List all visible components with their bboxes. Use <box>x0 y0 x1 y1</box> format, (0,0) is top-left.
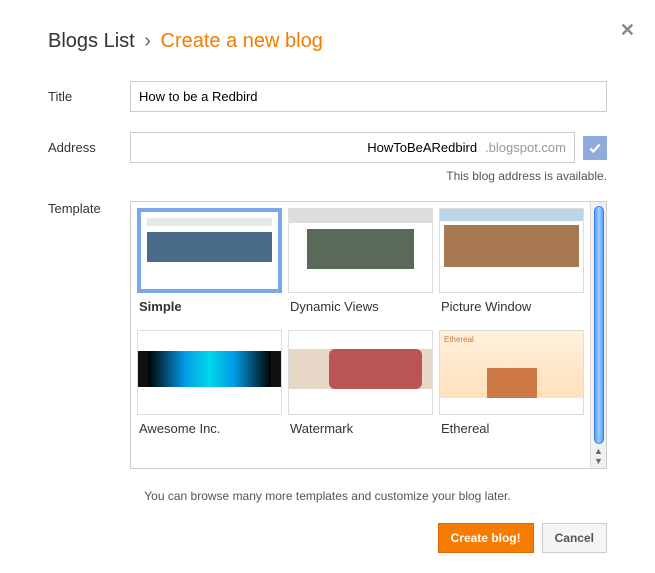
create-blog-button[interactable]: Create blog! <box>438 523 534 553</box>
title-row: Title <box>48 81 607 112</box>
address-suffix: .blogspot.com <box>481 133 574 162</box>
template-thumb: Ethereal <box>439 330 584 415</box>
address-input-wrap: .blogspot.com <box>130 132 575 163</box>
address-label: Address <box>48 140 130 155</box>
template-name: Picture Window <box>439 293 584 324</box>
scroll-down-icon[interactable]: ▼ <box>594 456 603 466</box>
template-name: Ethereal <box>439 415 584 446</box>
template-item-simple[interactable]: Simple <box>137 208 282 324</box>
template-thumb <box>439 208 584 293</box>
browse-hint: You can browse many more templates and c… <box>48 489 607 503</box>
address-status: This blog address is available. <box>130 169 607 183</box>
check-icon <box>583 136 607 160</box>
scrollbar-thumb[interactable] <box>594 206 604 444</box>
template-thumb <box>137 208 282 293</box>
template-item-dynamic[interactable]: Dynamic Views <box>288 208 433 324</box>
template-item-watermark[interactable]: Watermark <box>288 330 433 446</box>
template-item-ethereal[interactable]: EtherealEthereal <box>439 330 584 446</box>
dialog-footer: Create blog! Cancel <box>48 523 607 553</box>
title-input[interactable] <box>130 81 607 112</box>
template-label: Template <box>48 201 130 216</box>
template-name: Awesome Inc. <box>137 415 282 446</box>
template-thumb <box>137 330 282 415</box>
template-row: Template SimpleDynamic ViewsPicture Wind… <box>48 201 607 469</box>
breadcrumb[interactable]: Blogs List <box>48 30 135 52</box>
template-name: Simple <box>137 293 282 324</box>
templates-box: SimpleDynamic ViewsPicture Window Awesome… <box>130 201 607 469</box>
scroll-up-icon[interactable]: ▲ <box>594 446 603 456</box>
page-title: Create a new blog <box>161 30 323 52</box>
close-icon[interactable]: ✕ <box>620 20 635 41</box>
scrollbar[interactable]: ▲ ▼ <box>590 202 606 468</box>
breadcrumb-separator: › <box>144 30 151 52</box>
template-name: Dynamic Views <box>288 293 433 324</box>
title-label: Title <box>48 89 130 104</box>
address-row: Address .blogspot.com <box>48 132 607 163</box>
cancel-button[interactable]: Cancel <box>542 523 607 553</box>
template-thumb <box>288 208 433 293</box>
template-name: Watermark <box>288 415 433 446</box>
dialog-header: Blogs List › Create a new blog <box>48 30 607 53</box>
create-blog-dialog: ✕ Blogs List › Create a new blog Title A… <box>0 0 655 573</box>
template-item-awesome[interactable]: Awesome Inc. <box>137 330 282 446</box>
template-thumb <box>288 330 433 415</box>
address-input[interactable] <box>131 133 481 162</box>
template-item-picture[interactable]: Picture Window <box>439 208 584 324</box>
